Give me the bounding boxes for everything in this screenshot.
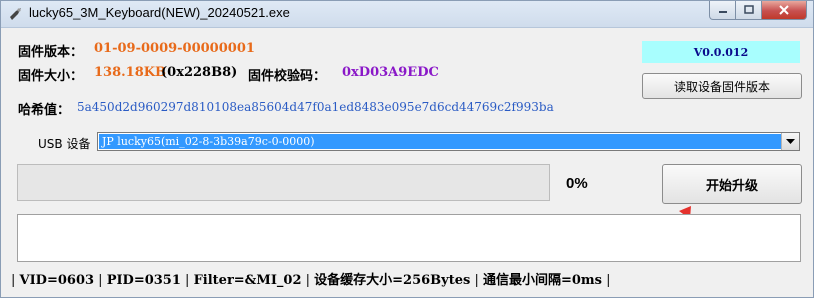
- maximize-icon: [743, 5, 754, 14]
- firmware-version-label: 固件版本：: [18, 45, 84, 60]
- status-filter: Filter=&MI_02: [193, 273, 302, 288]
- firmware-size-kb: 138.18KB: [94, 65, 167, 80]
- hash-value: 5a450d2d960297d810108ea85604d47f0a1ed848…: [77, 100, 554, 114]
- status-buffer-size: 设备缓存大小=256Bytes: [314, 273, 471, 288]
- progress-percent: 0%: [566, 175, 588, 192]
- app-window: lucky65_3M_Keyboard(NEW)_20240521.exe 固件…: [0, 0, 814, 298]
- close-icon: [779, 5, 789, 15]
- usb-device-select[interactable]: JP lucky65(mi_02-8-3b39a79c-0-0000): [97, 132, 800, 151]
- app-icon: [10, 8, 21, 20]
- firmware-size-hex: (0x228B8): [161, 65, 238, 80]
- firmware-checksum-value: 0xD03A9EDC: [342, 65, 439, 80]
- usb-device-label: USB 设备: [38, 137, 91, 151]
- window-controls: [709, 1, 807, 21]
- firmware-checksum-label: 固件校验码：: [248, 69, 327, 84]
- read-firmware-version-button[interactable]: 读取设备固件版本: [642, 73, 802, 99]
- usb-device-selected: JP lucky65(mi_02-8-3b39a79c-0-0000): [99, 134, 781, 149]
- dropdown-arrow-button[interactable]: [781, 133, 799, 150]
- minimize-button[interactable]: [709, 1, 736, 20]
- maximize-button[interactable]: [736, 1, 762, 20]
- close-button[interactable]: [762, 1, 807, 20]
- title-bar[interactable]: lucky65_3M_Keyboard(NEW)_20240521.exe: [1, 1, 813, 28]
- status-min-interval: 通信最小间隔=0ms: [482, 273, 602, 288]
- start-upgrade-button[interactable]: 开始升级: [662, 164, 802, 204]
- chevron-down-icon: [786, 138, 795, 144]
- firmware-version-value: 01-09-0009-00000001: [94, 41, 255, 56]
- minimize-icon: [718, 11, 727, 13]
- status-bar: | VID=0603 | PID=0351 | Filter=&MI_02 | …: [11, 273, 611, 288]
- app-version-badge: V0.0.012: [642, 41, 800, 63]
- status-vid: VID=0603: [19, 273, 95, 288]
- upgrade-progress-bar: [17, 164, 550, 201]
- log-output-area[interactable]: [17, 214, 801, 262]
- window-title: lucky65_3M_Keyboard(NEW)_20240521.exe: [29, 5, 290, 20]
- hash-label: 哈希值：: [18, 103, 71, 118]
- status-pid: PID=0351: [106, 273, 181, 288]
- firmware-size-label: 固件大小：: [18, 69, 84, 84]
